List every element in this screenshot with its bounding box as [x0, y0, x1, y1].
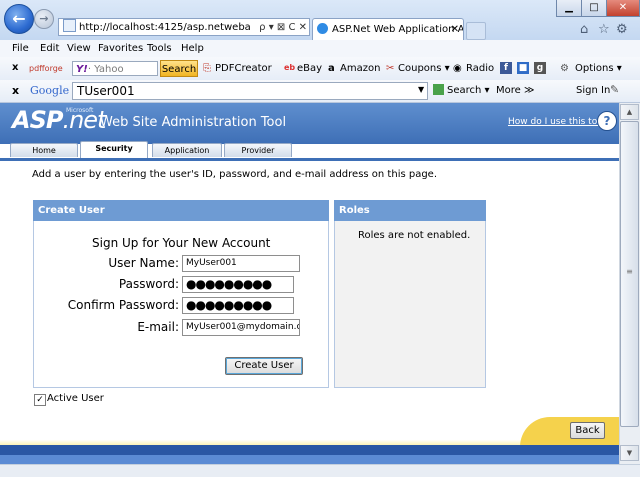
tab-security[interactable]: Security	[80, 141, 148, 158]
toolbar-close-icon[interactable]: x	[12, 62, 18, 73]
yahoo-placeholder: · Yahoo	[87, 64, 124, 75]
ie-icon	[317, 23, 328, 34]
tab-title: ASP.Net Web Application A...	[332, 24, 464, 35]
options-menu[interactable]: Options ▾	[575, 63, 622, 74]
page-icon	[63, 19, 76, 32]
confirm-password-label: Confirm Password:	[67, 298, 179, 312]
coupons-icon: ✂	[386, 63, 395, 74]
minimize-button[interactable]: ▁	[556, 0, 582, 17]
username-input[interactable]: MyUser001	[182, 255, 300, 272]
pdf-icon: ⎘	[203, 63, 211, 74]
coupons-menu[interactable]: Coupons ▾	[398, 63, 450, 74]
menu-file[interactable]: File	[12, 43, 29, 54]
tab-provider[interactable]: Provider	[224, 143, 292, 157]
roles-header: Roles	[334, 200, 486, 221]
menu-bar	[0, 40, 640, 58]
email-input[interactable]: MyUser001@mydomain.c	[182, 319, 300, 336]
menu-edit[interactable]: Edit	[40, 43, 59, 54]
menu-tools[interactable]: Tools	[147, 43, 172, 54]
email-label: E-mail:	[137, 320, 179, 334]
footer-stripe-light	[0, 455, 619, 464]
options-gear-icon: ⚙	[560, 63, 569, 74]
google-plus-icon[interactable]: g	[534, 62, 546, 74]
google-search-input[interactable]: TUser001	[72, 82, 428, 100]
address-tools[interactable]: ρ ▾ ⊠ C ✕	[250, 18, 310, 36]
app-title: Web Site Administration Tool	[100, 115, 287, 130]
active-user-label[interactable]: Active User	[47, 393, 104, 404]
ebay-link[interactable]: eBay	[297, 63, 322, 74]
tab-home[interactable]: Home	[10, 143, 78, 157]
scroll-down-arrow-icon[interactable]: ▼	[620, 445, 639, 461]
password-label: Password:	[118, 277, 179, 291]
create-user-button[interactable]: Create User	[225, 357, 303, 375]
more-button[interactable]: More ≫	[496, 85, 534, 96]
tab-close-icon[interactable]: ✕	[451, 19, 459, 40]
pdfforge-logo[interactable]: pdfforge	[29, 64, 63, 73]
footer-stripe	[0, 445, 619, 455]
confirm-password-input[interactable]: ●●●●●●●●●	[182, 297, 294, 314]
tools-gear-icon[interactable]: ⚙	[616, 22, 628, 37]
google-toolbar-close-icon[interactable]: x	[12, 84, 19, 97]
status-bar	[0, 464, 640, 477]
intro-text: Add a user by entering the user's ID, pa…	[32, 169, 438, 180]
tab-application[interactable]: Application	[152, 143, 222, 157]
menu-favorites[interactable]: Favorites	[98, 43, 143, 54]
signup-title: Sign Up for Your New Account	[92, 236, 271, 250]
active-user-checkbox[interactable]: ✓	[34, 394, 46, 406]
google-logo: Google	[30, 84, 70, 97]
yahoo-search-input[interactable]: Y!· Yahoo	[72, 61, 158, 76]
browser-tab[interactable]: ASP.Net Web Application A... ✕	[312, 18, 464, 40]
facebook-icon[interactable]: f	[500, 62, 512, 74]
favorites-star-icon[interactable]: ☆	[598, 22, 610, 37]
scroll-up-arrow-icon[interactable]: ▲	[620, 104, 639, 120]
help-link[interactable]: How do I use this tool?	[508, 117, 610, 127]
back-button[interactable]: Back	[570, 422, 605, 439]
back-arrow-icon[interactable]: ←	[4, 4, 34, 34]
ebay-icon: eb	[284, 63, 296, 72]
home-icon[interactable]: ⌂	[580, 22, 588, 37]
amazon-link[interactable]: Amazon	[340, 63, 380, 74]
maximize-button[interactable]: □	[581, 0, 607, 17]
forward-arrow-icon[interactable]: →	[34, 9, 54, 29]
help-icon[interactable]: ?	[597, 111, 617, 131]
scroll-thumb[interactable]: ≡	[620, 121, 639, 427]
dropdown-arrow-icon[interactable]: ▼	[418, 85, 424, 94]
create-user-header: Create User	[33, 200, 329, 221]
browser-icon[interactable]: ■	[517, 62, 529, 74]
google-search-icon	[433, 84, 444, 95]
roles-panel	[334, 200, 486, 388]
close-window-button[interactable]: ✕	[606, 0, 640, 17]
roles-message: Roles are not enabled.	[358, 230, 471, 241]
password-input[interactable]: ●●●●●●●●●	[182, 276, 294, 293]
username-label: User Name:	[108, 256, 179, 270]
radio-icon: ◉	[453, 63, 462, 74]
yahoo-logo: Y!	[76, 64, 88, 75]
sign-in-link[interactable]: Sign In	[576, 85, 610, 96]
wrench-icon[interactable]: ✎	[610, 83, 619, 96]
menu-help[interactable]: Help	[181, 43, 204, 54]
amazon-icon: a	[328, 63, 335, 74]
google-search-button[interactable]: Search ▾	[447, 85, 490, 96]
radio-link[interactable]: Radio	[466, 63, 494, 74]
yahoo-search-button[interactable]: Search	[160, 60, 198, 77]
new-tab-button[interactable]	[466, 22, 486, 40]
pdfcreator-link[interactable]: PDFCreator	[215, 63, 272, 74]
microsoft-label: Microsoft	[66, 107, 94, 114]
logo-asp: ASP	[12, 106, 63, 134]
menu-view[interactable]: View	[67, 43, 91, 54]
